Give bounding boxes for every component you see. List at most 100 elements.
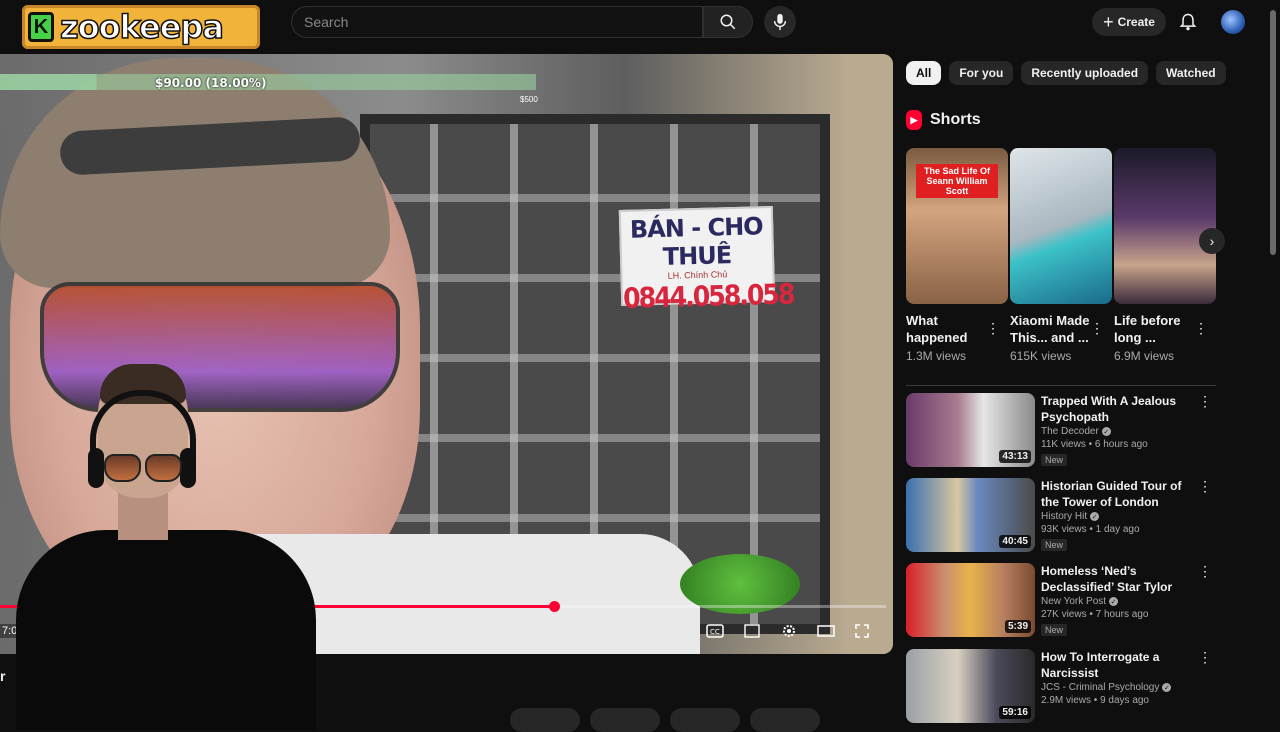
duration-badge: 5:39 — [1004, 620, 1031, 633]
verified-icon: ✓ — [1162, 683, 1172, 692]
channel-logo[interactable]: K zookeepa — [22, 5, 260, 49]
more-options-icon[interactable]: ⋮ — [1198, 563, 1212, 580]
miniplayer-icon[interactable] — [742, 622, 762, 640]
recommendation-item[interactable]: 40:45 Historian Guided Tour of the Tower… — [906, 478, 1216, 556]
video-meta: 11K views • 6 hours ago — [1041, 439, 1148, 450]
search-placeholder: Search — [304, 14, 349, 30]
short-title[interactable]: Xiaomi Made This... and ... — [1010, 312, 1090, 346]
short-thumbnail[interactable]: The Sad Life Of Seann William Scott — [906, 148, 1008, 304]
sign-title: BÁN - CHO THUÊ — [629, 212, 763, 271]
shorts-divider — [906, 385, 1216, 386]
video-meta: 27K views • 7 hours ago — [1041, 609, 1149, 620]
more-options-icon[interactable]: ⋮ — [1194, 320, 1208, 337]
donation-goal-bar — [0, 74, 536, 90]
save-button[interactable] — [670, 708, 740, 732]
logo-text: zookeepa — [59, 7, 224, 47]
recommendation-item[interactable]: 43:13 Trapped With A Jealous Psychopath … — [906, 393, 1216, 471]
channel-name[interactable]: New York Post ✓ — [1041, 596, 1201, 607]
verified-icon: ✓ — [1090, 512, 1100, 521]
new-badge: New — [1041, 539, 1068, 551]
chip-recently-uploaded[interactable]: Recently uploaded — [1021, 61, 1149, 85]
chip-for-you[interactable]: For you — [949, 61, 1014, 85]
chip-all[interactable]: All — [906, 61, 942, 85]
duration-badge: 40:45 — [999, 535, 1031, 548]
account-avatar[interactable] — [1221, 10, 1245, 34]
microphone-icon — [773, 13, 787, 31]
short-views: 1.3M views — [906, 349, 967, 363]
chip-watched[interactable]: Watched — [1156, 61, 1226, 85]
short-title[interactable]: What happened t... — [906, 312, 986, 346]
shorts-heading-label: Shorts — [930, 111, 981, 128]
short-item[interactable]: Xiaomi Made This... and ... 615K views ⋮ — [1010, 148, 1112, 363]
short-thumb-caption: The Sad Life Of Seann William Scott — [916, 164, 998, 198]
share-button[interactable] — [590, 708, 660, 732]
chevron-right-icon[interactable]: › — [1199, 228, 1225, 254]
short-thumbnail[interactable] — [1010, 148, 1112, 304]
more-options-icon[interactable]: ⋮ — [1090, 320, 1104, 337]
shorts-icon: ▶ — [906, 110, 922, 130]
channel-name[interactable]: History Hit ✓ — [1041, 511, 1201, 522]
download-button[interactable] — [750, 708, 820, 732]
webcam-sunglasses — [104, 454, 182, 482]
settings-gear-icon[interactable] — [779, 622, 799, 640]
new-badge: New — [1041, 624, 1068, 636]
more-options-icon[interactable]: ⋮ — [986, 320, 1000, 337]
short-item[interactable]: The Sad Life Of Seann William Scott What… — [906, 148, 1008, 363]
video-info: Historian Guided Tour of the Tower of Lo… — [1041, 478, 1201, 553]
video-meta: 93K views • 1 day ago — [1041, 524, 1140, 535]
video-meta: 2.9M views • 9 days ago — [1041, 695, 1149, 706]
video-info: Homeless ‘Ned’s Declassified’ Star Tylor… — [1041, 563, 1201, 638]
recommendation-item[interactable]: 59:16 How To Interrogate a Narcissist JC… — [906, 649, 1216, 727]
duration-badge: 59:16 — [999, 706, 1031, 719]
channel-name-label: JCS - Criminal Psychology — [1041, 682, 1160, 693]
filter-chips: All For you Recently uploaded Watched — [906, 61, 1226, 85]
video-thumbnail[interactable]: 5:39 — [906, 563, 1035, 637]
donation-goal-text: $90.00 (18.00%) — [155, 76, 267, 90]
channel-name-label: The Decoder — [1041, 426, 1099, 437]
short-thumbnail[interactable] — [1114, 148, 1216, 304]
donation-goal-max: $500 — [520, 95, 538, 104]
voice-search-button[interactable] — [764, 6, 796, 38]
short-title[interactable]: Life before long ... — [1114, 312, 1194, 346]
more-options-icon[interactable]: ⋮ — [1198, 478, 1212, 495]
video-title[interactable]: Trapped With A Jealous Psychopath — [1041, 393, 1201, 425]
search-icon — [720, 14, 736, 30]
notifications-bell-icon[interactable] — [1178, 12, 1198, 32]
captions-icon[interactable]: CC — [705, 622, 725, 640]
logo-k-icon: K — [28, 12, 54, 42]
more-options-icon[interactable]: ⋮ — [1198, 393, 1212, 410]
page-scrollbar[interactable] — [1270, 10, 1276, 255]
channel-name[interactable]: The Decoder ✓ — [1041, 426, 1201, 437]
svg-text:CC: CC — [710, 628, 720, 636]
progress-scrubber[interactable] — [549, 601, 560, 612]
video-title[interactable]: Homeless ‘Ned’s Declassified’ Star Tylor… — [1041, 563, 1201, 595]
more-options-icon[interactable]: ⋮ — [1198, 649, 1212, 666]
like-button[interactable] — [510, 708, 580, 732]
recommendation-item[interactable]: 5:39 Homeless ‘Ned’s Declassified’ Star … — [906, 563, 1216, 641]
verified-icon: ✓ — [1101, 427, 1111, 436]
theater-mode-icon[interactable] — [816, 622, 836, 640]
video-thumbnail[interactable]: 43:13 — [906, 393, 1035, 467]
webcam-body — [16, 530, 316, 730]
for-sale-sign: BÁN - CHO THUÊ LH. Chính Chủ 0844.058.05… — [618, 206, 794, 315]
top-bar: K zookeepa Search + Create — [0, 0, 1280, 49]
create-button[interactable]: + Create — [1092, 8, 1166, 36]
new-badge: New — [1041, 454, 1068, 466]
webcam-overlay — [0, 360, 330, 730]
video-info: How To Interrogate a Narcissist JCS - Cr… — [1041, 649, 1201, 706]
short-views: 6.9M views — [1114, 349, 1175, 363]
search-button[interactable] — [703, 6, 753, 38]
video-actions-row — [510, 708, 820, 732]
search-input[interactable]: Search — [291, 6, 703, 38]
fullscreen-icon[interactable] — [852, 622, 872, 640]
channel-name[interactable]: JCS - Criminal Psychology ✓ — [1041, 682, 1201, 693]
video-title[interactable]: Historian Guided Tour of the Tower of Lo… — [1041, 478, 1201, 510]
short-item[interactable]: Life before long ... 6.9M views ⋮ — [1114, 148, 1216, 363]
video-title[interactable]: How To Interrogate a Narcissist — [1041, 649, 1201, 681]
verified-icon: ✓ — [1109, 597, 1119, 606]
sign-phone: 0844.058.058 — [622, 277, 794, 315]
channel-name-label: History Hit — [1041, 511, 1088, 522]
video-thumbnail[interactable]: 40:45 — [906, 478, 1035, 552]
shorts-heading: ▶ Shorts — [906, 110, 981, 130]
video-thumbnail[interactable]: 59:16 — [906, 649, 1035, 723]
